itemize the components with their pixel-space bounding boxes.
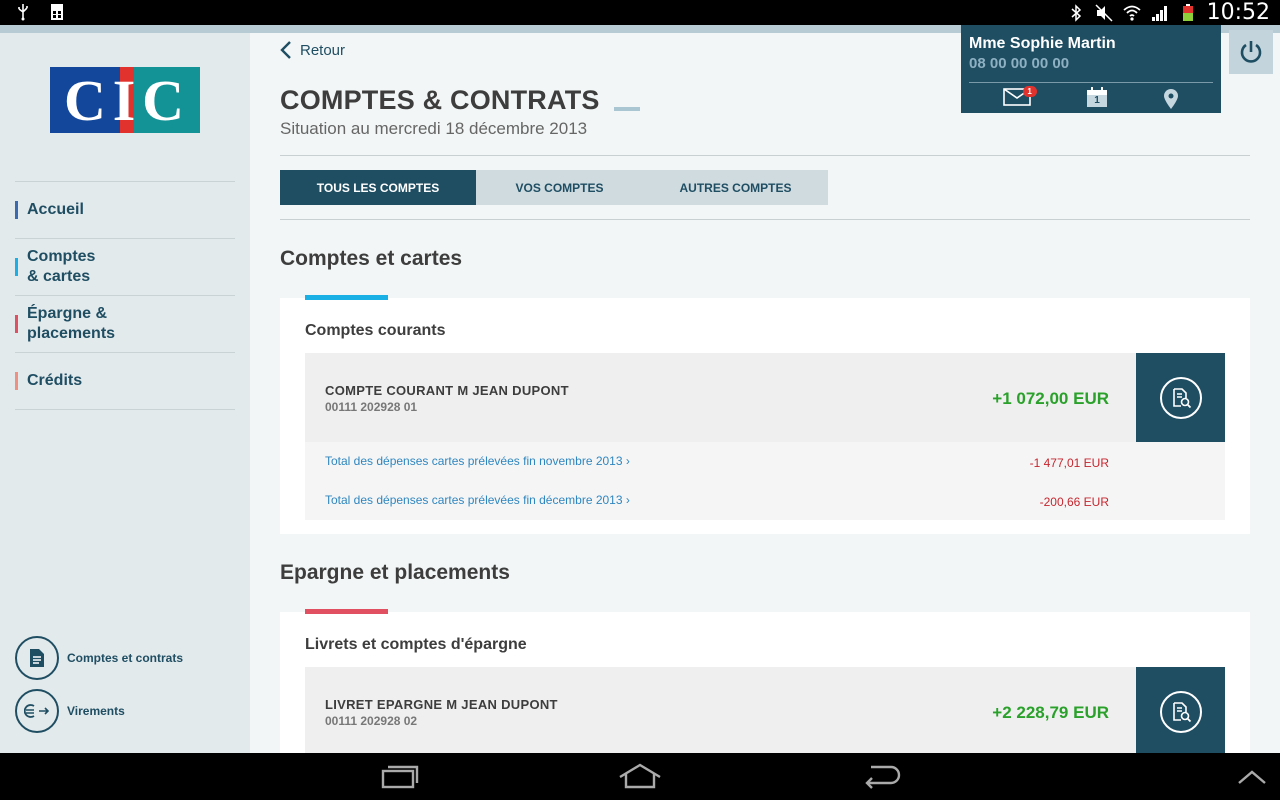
page-subtitle: Situation au mercredi 18 décembre 2013: [280, 119, 588, 138]
unread-badge: 1: [1022, 85, 1037, 97]
home-icon[interactable]: [618, 763, 662, 789]
chevron-right-icon: ›: [625, 493, 630, 507]
sidebar-item-label: placements: [27, 325, 116, 342]
shortcut-comptes-contrats[interactable]: Comptes et contrats: [15, 636, 235, 680]
account-card: Comptes courants COMPTE COURANT M JEAN D…: [280, 295, 1250, 534]
mute-icon: [1095, 3, 1113, 22]
user-profile-panel: Mme Sophie Martin 08 00 00 00 00 1 1: [961, 25, 1221, 113]
card-expense-row: Total des dépenses cartes prélevées fin …: [305, 442, 1225, 481]
account-details-button[interactable]: [1136, 353, 1225, 442]
usb-icon: [18, 4, 28, 21]
user-name: Mme Sophie Martin: [969, 35, 1116, 52]
document-icon: [15, 636, 59, 680]
tab-tous-les-comptes[interactable]: TOUS LES COMPTES: [280, 170, 476, 205]
chevron-up-icon[interactable]: [1237, 769, 1267, 785]
euro-transfer-icon: [15, 689, 59, 733]
account-row[interactable]: COMPTE COURANT M JEAN DUPONT 00111 20292…: [305, 353, 1225, 442]
sidebar-shortcuts: Comptes et contrats Virements: [15, 636, 235, 742]
sidebar-nav: Accueil Comptes & cartes Épargne & placeme…: [15, 181, 235, 410]
sidebar: CIC Accueil Comptes & cartes Épargne & pla…: [0, 33, 250, 753]
card-expense-amount: -1 477,01 EUR: [1029, 456, 1109, 470]
divider: [280, 155, 1250, 156]
shortcut-label: Virements: [67, 704, 125, 718]
sidebar-item-epargne-placements[interactable]: Épargne & placements: [15, 296, 235, 352]
sidebar-item-credits[interactable]: Crédits: [15, 353, 235, 409]
sidebar-item-label: & cartes: [27, 268, 91, 285]
card-expense-link[interactable]: Total des dépenses cartes prélevées fin …: [325, 493, 630, 507]
title-accent: [614, 107, 640, 111]
card-title: Livrets et comptes d'épargne: [305, 636, 527, 653]
account-name: LIVRET EPARGNE M JEAN DUPONT: [325, 697, 558, 712]
account-details-button[interactable]: [1136, 667, 1225, 753]
shortcut-virements[interactable]: Virements: [15, 689, 235, 733]
back-button[interactable]: Retour: [280, 41, 345, 59]
sidebar-item-label: Accueil: [27, 201, 84, 218]
wifi-icon: [1123, 5, 1141, 21]
main-content: Retour COMPTES & CONTRATS Situation au m…: [250, 33, 1280, 753]
account-row[interactable]: LIVRET EPARGNE M JEAN DUPONT 00111 20292…: [305, 667, 1225, 753]
account-number: 00111 202928 01: [325, 400, 418, 414]
recent-apps-icon[interactable]: [381, 763, 419, 789]
calendar-icon[interactable]: 1: [1086, 86, 1108, 113]
logout-button[interactable]: [1229, 30, 1273, 74]
sidebar-item-label: Comptes: [27, 248, 96, 265]
chevron-left-icon: [280, 41, 291, 59]
card-accent: [305, 295, 388, 300]
sidebar-item-accueil[interactable]: Accueil: [15, 182, 235, 238]
shortcut-label: Comptes et contrats: [67, 651, 184, 665]
divider: [280, 219, 1250, 220]
clock: 10:52: [1206, 0, 1270, 25]
account-tabs: TOUS LES COMPTES VOS COMPTES AUTRES COMP…: [280, 170, 828, 205]
bluetooth-icon: [1071, 3, 1081, 22]
chevron-right-icon: ›: [625, 454, 630, 468]
sidebar-item-label: Épargne &: [27, 305, 108, 322]
card-expense-amount: -200,66 EUR: [1039, 495, 1109, 509]
user-phone: 08 00 00 00 00: [969, 55, 1070, 72]
card-expense-link[interactable]: Total des dépenses cartes prélevées fin …: [325, 454, 630, 468]
tab-autres-comptes[interactable]: AUTRES COMPTES: [643, 170, 828, 205]
sidebar-item-comptes-cartes[interactable]: Comptes & cartes: [15, 239, 235, 295]
battery-icon: [1182, 3, 1193, 21]
back-label: Retour: [300, 41, 346, 59]
account-name: COMPTE COURANT M JEAN DUPONT: [325, 383, 569, 398]
card-title: Comptes courants: [305, 322, 446, 339]
tab-vos-comptes[interactable]: VOS COMPTES: [476, 170, 643, 205]
card-accent: [305, 609, 388, 614]
document-search-icon: [1159, 690, 1202, 733]
location-icon[interactable]: [1163, 88, 1179, 110]
system-navigation-bar: [0, 753, 1280, 800]
document-search-icon: [1159, 376, 1202, 419]
section-heading: Comptes et cartes: [280, 247, 463, 270]
account-balance: +2 228,79 EUR: [992, 703, 1109, 722]
account-card: Livrets et comptes d'épargne LIVRET EPAR…: [280, 609, 1250, 753]
signal-icon: [1151, 5, 1167, 21]
account-balance: +1 072,00 EUR: [992, 389, 1109, 408]
mail-icon[interactable]: 1: [1002, 85, 1037, 111]
status-bar: 10:52: [0, 0, 1280, 25]
back-nav-icon[interactable]: [863, 763, 901, 789]
card-expense-row: Total des dépenses cartes prélevées fin …: [305, 481, 1225, 520]
sidebar-item-label: Crédits: [27, 372, 83, 389]
cic-logo[interactable]: CIC: [50, 67, 200, 133]
power-icon: [1240, 41, 1262, 63]
section-heading: Epargne et placements: [280, 561, 510, 584]
account-number: 00111 202928 02: [325, 714, 418, 728]
page-title: COMPTES & CONTRATS: [280, 85, 600, 115]
sim-manager-icon: [51, 4, 63, 20]
